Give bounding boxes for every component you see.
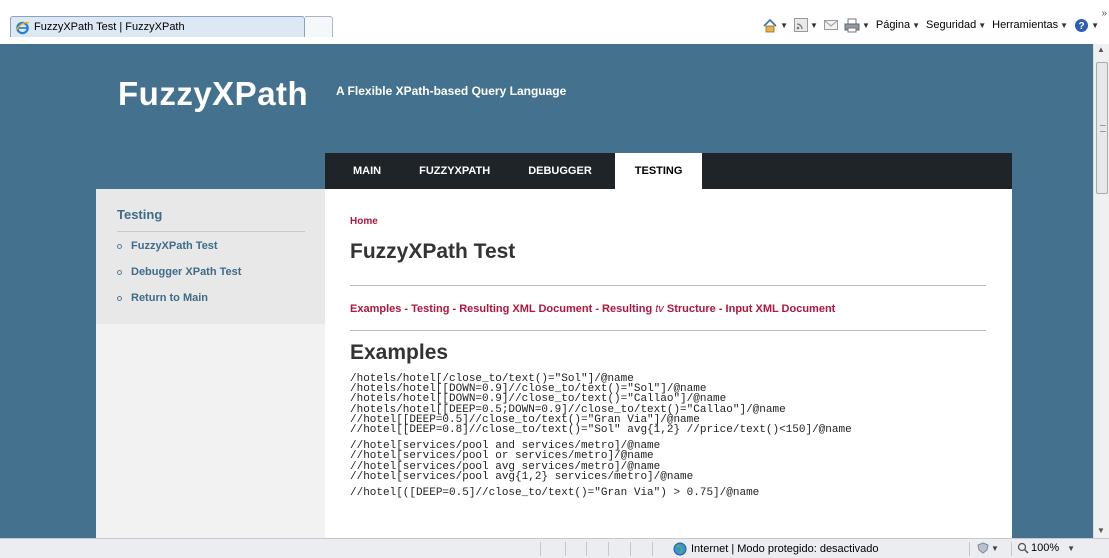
bullet-icon	[117, 295, 122, 301]
page-viewport: FuzzyXPath A Flexible XPath-based Query …	[0, 44, 1093, 538]
toc-link-input-xml-document[interactable]: Input XML Document	[726, 303, 836, 315]
breadcrumb-home-link[interactable]: Home	[350, 216, 378, 227]
zoom-control[interactable]: 100% ▼	[1017, 542, 1075, 554]
scroll-down-arrow-icon[interactable]: ▼	[1097, 526, 1105, 535]
sidebar-divider	[117, 231, 305, 232]
status-separator	[630, 542, 631, 556]
print-button[interactable]: ▼	[844, 18, 870, 33]
sidebar-item-return-to-main[interactable]: Return to Main	[117, 292, 208, 304]
feeds-button[interactable]: ▼	[794, 18, 818, 32]
site-logo[interactable]: FuzzyXPath	[118, 75, 308, 113]
tools-menu[interactable]: Herramientas ▼	[992, 19, 1068, 31]
status-separator	[540, 542, 541, 556]
nav-item-fuzzyxpath[interactable]: FUZZYXPATH	[400, 153, 509, 189]
status-bar: Internet | Modo protegido: desactivado ▼…	[0, 538, 1109, 558]
security-zone-label: Internet | Modo protegido: desactivado	[691, 543, 879, 555]
help-icon: ?	[1075, 18, 1089, 32]
home-icon	[763, 18, 777, 32]
protected-mode-button[interactable]: ▼	[977, 542, 999, 554]
help-menu[interactable]: ? ▼	[1074, 18, 1099, 33]
sidebar-item-debugger-xpath-test[interactable]: Debugger XPath Test	[117, 266, 241, 278]
status-separator	[969, 542, 970, 556]
shield-icon	[977, 542, 989, 554]
code-group: //hotel[services/pool and services/metro…	[350, 440, 694, 483]
status-separator	[586, 542, 587, 556]
site-tagline: A Flexible XPath-based Query Language	[336, 84, 567, 98]
toc-link-text: Structure	[666, 303, 716, 315]
toc-link-text: Resulting	[602, 303, 653, 315]
page-menu[interactable]: Página ▼	[876, 19, 920, 31]
new-tab-button[interactable]	[305, 16, 333, 37]
internet-explorer-icon	[15, 21, 30, 34]
divider	[350, 330, 986, 331]
chevron-down-icon: ▼	[1091, 20, 1099, 30]
chevron-down-icon: ▼	[912, 20, 921, 30]
mail-icon	[823, 20, 838, 30]
toc-separator: -	[592, 303, 603, 315]
vertical-scrollbar[interactable]: ▲ ▼	[1093, 44, 1109, 538]
grip-icon	[1100, 125, 1106, 132]
sidebar-item-label: Return to Main	[131, 292, 208, 304]
bullet-icon	[117, 243, 122, 249]
sidebar-item-label: Debugger XPath Test	[131, 266, 242, 278]
page-menu-label: Página	[875, 19, 911, 31]
home-button[interactable]: ▼	[762, 18, 788, 33]
toc-separator: -	[715, 303, 726, 315]
security-menu-label: Seguridad	[926, 19, 977, 31]
browser-tab-title: FuzzyXPath Test | FuzzyXPath	[34, 21, 185, 33]
section-title-examples: Examples	[350, 341, 449, 364]
security-menu[interactable]: Seguridad ▼	[926, 19, 986, 31]
chevron-down-icon[interactable]: ▼	[810, 21, 818, 30]
toc-link-examples[interactable]: Examples	[350, 303, 401, 315]
status-separator	[1011, 542, 1012, 556]
security-zone-indicator[interactable]: Internet | Modo protegido: desactivado	[673, 542, 879, 556]
svg-text:?: ?	[1079, 21, 1085, 32]
table-of-contents: Examples - Testing - Resulting XML Docum…	[350, 303, 835, 315]
mail-button[interactable]	[823, 19, 838, 31]
zoom-icon	[1017, 542, 1029, 554]
main-content: Home FuzzyXPath Test Examples - Testing …	[325, 189, 1012, 538]
code-group: /hotels/hotel[/close_to/text()="Sol"]/@n…	[350, 373, 852, 437]
bullet-icon	[117, 269, 122, 275]
nav-item-testing[interactable]: TESTING	[614, 153, 703, 189]
chevron-down-icon: ▼	[978, 20, 987, 30]
toc-separator: -	[449, 303, 460, 315]
chevron-down-icon: ▼	[1067, 543, 1076, 553]
rss-feed-icon	[794, 18, 809, 32]
print-icon	[844, 18, 860, 32]
page-title: FuzzyXPath Test	[350, 240, 516, 263]
toolbar-overflow-icon[interactable]: »	[1101, 8, 1107, 19]
status-separator	[565, 542, 566, 556]
examples-code-block: /hotels/hotel[/close_to/text()="Sol"]/@n…	[350, 373, 852, 500]
toc-link-resulting-xml-document[interactable]: Resulting XML Document	[459, 303, 592, 315]
sidebar-item-fuzzyxpath-test[interactable]: FuzzyXPath Test	[117, 240, 218, 252]
main-navigation: MAIN FUZZYXPATH DEBUGGER TESTING	[325, 153, 1012, 189]
toc-link-resulting-tv-structure[interactable]: Resulting tv Structure	[602, 303, 716, 315]
chevron-down-icon[interactable]: ▼	[862, 21, 870, 30]
tv-symbol: tv	[655, 303, 664, 315]
chevron-down-icon[interactable]: ▼	[780, 21, 788, 30]
zoom-level: 100%	[1031, 542, 1060, 554]
sidebar-title: Testing	[117, 207, 163, 222]
scrollbar-thumb[interactable]	[1096, 62, 1108, 194]
sidebar-item-label: FuzzyXPath Test	[131, 240, 218, 252]
sidebar: Testing FuzzyXPath Test Debugger XPath T…	[96, 189, 325, 538]
command-bar: ▼ ▼ ▼ Página ▼ Seguridad ▼ Herramientas …	[762, 8, 1107, 36]
globe-icon	[673, 542, 687, 556]
scroll-up-arrow-icon[interactable]: ▲	[1097, 45, 1105, 54]
browser-tab[interactable]: FuzzyXPath Test | FuzzyXPath	[10, 16, 305, 37]
toc-separator: -	[401, 303, 412, 315]
nav-item-main[interactable]: MAIN	[343, 153, 400, 189]
status-separator	[652, 542, 653, 556]
divider	[350, 285, 986, 286]
status-separator	[608, 542, 609, 556]
chevron-down-icon: ▼	[991, 543, 999, 553]
chevron-down-icon: ▼	[1060, 20, 1069, 30]
code-group: //hotel[([DEEP=0.5]//close_to/text()="Gr…	[350, 487, 760, 500]
toc-link-testing[interactable]: Testing	[411, 303, 449, 315]
tools-menu-label: Herramientas	[992, 19, 1059, 31]
nav-item-debugger[interactable]: DEBUGGER	[509, 153, 611, 189]
browser-tab-bar: FuzzyXPath Test | FuzzyXPath ▼ ▼ ▼ Págin…	[0, 0, 1109, 44]
